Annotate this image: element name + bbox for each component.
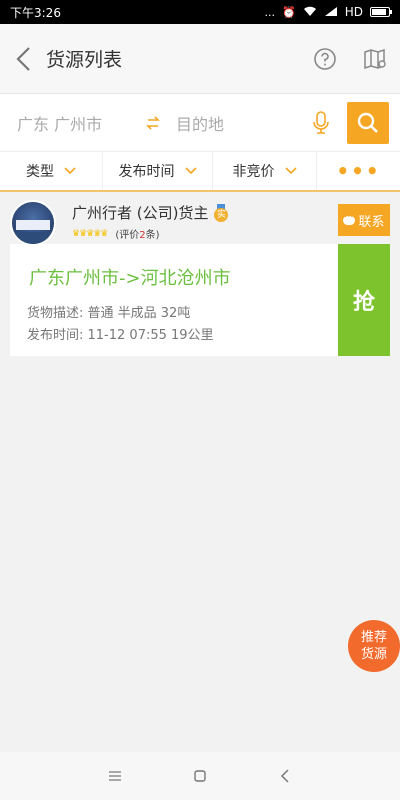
recommend-label-2: 货源 xyxy=(360,647,387,662)
verified-badge: 实 xyxy=(214,207,229,222)
listing-body[interactable]: 广东广州市->河北沧州市 货物描述: 普通 半成品 32吨 发布时间: 11-1… xyxy=(10,244,390,356)
search-button[interactable] xyxy=(347,101,389,144)
filter-more-button[interactable]: ••• xyxy=(317,152,400,190)
help-icon xyxy=(314,47,336,70)
contact-label: 联系 xyxy=(358,214,385,230)
help-button[interactable] xyxy=(300,24,350,94)
search-icon xyxy=(357,112,378,133)
map-icon xyxy=(364,48,386,69)
battery-icon xyxy=(370,7,392,17)
signal-icon xyxy=(324,6,338,19)
owner-rating: ♛♛♛♛♛ (评价2条) xyxy=(72,226,228,242)
filter-type-label: 类型 xyxy=(26,164,54,180)
menu-button[interactable] xyxy=(105,766,125,786)
status-icons: ... ⏰ HD xyxy=(264,5,392,19)
grab-button[interactable]: 抢 xyxy=(338,244,390,356)
home-icon xyxy=(194,770,206,782)
filter-non-bidding-label: 非竞价 xyxy=(232,164,275,180)
publish-info: 发布时间: 11-12 07:55 19公里 xyxy=(27,328,214,343)
filter-publish-time[interactable]: 发布时间 xyxy=(103,152,213,190)
chat-bubble-icon xyxy=(343,210,356,225)
contact-button[interactable]: 联系 xyxy=(338,204,390,236)
filter-publish-time-label: 发布时间 xyxy=(118,164,175,180)
back-button[interactable] xyxy=(0,24,46,94)
recommend-button[interactable]: 推荐 货源 xyxy=(348,620,400,672)
back-nav-button[interactable] xyxy=(275,766,295,786)
list-item[interactable]: 广州行者 (公司)货主 实 ♛♛♛♛♛ (评价2条) 联系 广东广州市->河北沧… xyxy=(10,198,390,356)
alarm-icon: ⏰ xyxy=(282,5,296,19)
crown-rating-icon: ♛♛♛♛♛ xyxy=(72,228,108,239)
back-nav-icon xyxy=(280,769,289,783)
medal-icon: 实 xyxy=(214,203,229,222)
home-button[interactable] xyxy=(190,766,210,786)
menu-icon xyxy=(109,771,121,781)
recommend-label-1: 推荐 xyxy=(360,630,387,645)
filter-bar: 类型 发布时间 非竞价 ••• xyxy=(0,152,400,192)
origin-field[interactable]: 广东 广州市 xyxy=(0,111,130,135)
destination-field[interactable]: 目的地 xyxy=(176,111,301,135)
voice-button[interactable] xyxy=(301,110,341,136)
swap-icon xyxy=(146,115,160,130)
map-button[interactable] xyxy=(350,24,400,94)
status-bar: 下午3:26 ... ⏰ HD xyxy=(0,0,400,24)
app-bar: 货源列表 xyxy=(0,24,400,94)
filter-type[interactable]: 类型 xyxy=(0,152,103,190)
owner-info: 广州行者 (公司)货主 实 ♛♛♛♛♛ (评价2条) xyxy=(72,202,229,242)
wifi-icon xyxy=(303,6,317,19)
owner-header: 广州行者 (公司)货主 实 ♛♛♛♛♛ (评价2条) 联系 xyxy=(10,198,390,246)
page-title: 货源列表 xyxy=(46,49,123,71)
chevron-down-icon xyxy=(64,167,76,175)
status-time: 下午3:26 xyxy=(10,5,61,20)
owner-name: 广州行者 (公司)货主 xyxy=(72,204,209,222)
more-dots-icon: ... xyxy=(264,5,276,19)
mic-icon xyxy=(313,110,329,134)
cargo-description: 货物描述: 普通 半成品 32吨 xyxy=(27,306,191,321)
network-type: HD xyxy=(344,5,363,19)
route-text: 广东广州市->河北沧州市 xyxy=(29,268,231,289)
swap-button[interactable] xyxy=(130,115,176,131)
review-count: (评价2条) xyxy=(115,230,160,241)
system-nav-bar xyxy=(0,752,400,800)
search-bar: 广东 广州市 目的地 xyxy=(0,94,400,152)
avatar[interactable] xyxy=(10,200,56,246)
more-icon: ••• xyxy=(336,159,381,183)
back-icon xyxy=(16,46,30,71)
chevron-down-icon xyxy=(184,167,197,175)
filter-non-bidding[interactable]: 非竞价 xyxy=(213,152,317,190)
chevron-down-icon xyxy=(284,167,297,175)
